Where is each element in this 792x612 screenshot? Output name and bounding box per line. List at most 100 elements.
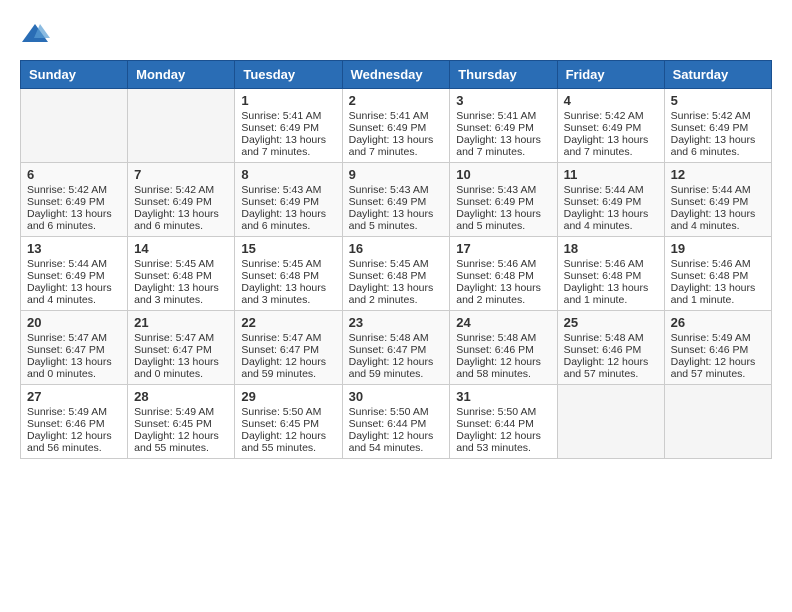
day-number: 24 — [456, 315, 550, 330]
calendar-cell: 5Sunrise: 5:42 AMSunset: 6:49 PMDaylight… — [664, 89, 771, 163]
day-info: Sunrise: 5:42 AM — [134, 184, 228, 196]
calendar-cell: 28Sunrise: 5:49 AMSunset: 6:45 PMDayligh… — [128, 385, 235, 459]
day-number: 25 — [564, 315, 658, 330]
day-info: Daylight: 12 hours and 59 minutes. — [241, 356, 335, 380]
day-info: Daylight: 13 hours and 7 minutes. — [241, 134, 335, 158]
day-info: Sunset: 6:47 PM — [134, 344, 228, 356]
day-info: Sunset: 6:48 PM — [564, 270, 658, 282]
day-info: Sunrise: 5:41 AM — [241, 110, 335, 122]
calendar-cell: 3Sunrise: 5:41 AMSunset: 6:49 PMDaylight… — [450, 89, 557, 163]
calendar-cell: 18Sunrise: 5:46 AMSunset: 6:48 PMDayligh… — [557, 237, 664, 311]
day-info: Sunrise: 5:43 AM — [241, 184, 335, 196]
calendar-cell: 20Sunrise: 5:47 AMSunset: 6:47 PMDayligh… — [21, 311, 128, 385]
day-info: Sunset: 6:44 PM — [349, 418, 444, 430]
day-number: 31 — [456, 389, 550, 404]
day-info: Daylight: 13 hours and 6 minutes. — [241, 208, 335, 232]
day-info: Sunrise: 5:45 AM — [349, 258, 444, 270]
day-info: Sunrise: 5:49 AM — [671, 332, 765, 344]
day-info: Sunrise: 5:47 AM — [134, 332, 228, 344]
day-info: Sunset: 6:49 PM — [27, 196, 121, 208]
day-info: Sunrise: 5:44 AM — [564, 184, 658, 196]
day-number: 9 — [349, 167, 444, 182]
day-info: Sunrise: 5:45 AM — [241, 258, 335, 270]
day-info: Daylight: 12 hours and 55 minutes. — [241, 430, 335, 454]
day-info: Sunset: 6:46 PM — [671, 344, 765, 356]
calendar-cell: 27Sunrise: 5:49 AMSunset: 6:46 PMDayligh… — [21, 385, 128, 459]
day-number: 28 — [134, 389, 228, 404]
calendar-cell: 30Sunrise: 5:50 AMSunset: 6:44 PMDayligh… — [342, 385, 450, 459]
day-info: Sunset: 6:49 PM — [27, 270, 121, 282]
day-info: Sunrise: 5:50 AM — [456, 406, 550, 418]
day-info: Sunrise: 5:41 AM — [349, 110, 444, 122]
day-number: 29 — [241, 389, 335, 404]
day-header-saturday: Saturday — [664, 61, 771, 89]
day-header-friday: Friday — [557, 61, 664, 89]
calendar-header-row: SundayMondayTuesdayWednesdayThursdayFrid… — [21, 61, 772, 89]
calendar-cell: 15Sunrise: 5:45 AMSunset: 6:48 PMDayligh… — [235, 237, 342, 311]
day-number: 30 — [349, 389, 444, 404]
day-info: Daylight: 13 hours and 3 minutes. — [241, 282, 335, 306]
calendar-cell — [21, 89, 128, 163]
calendar-cell: 26Sunrise: 5:49 AMSunset: 6:46 PMDayligh… — [664, 311, 771, 385]
day-info: Sunrise: 5:46 AM — [564, 258, 658, 270]
day-info: Sunset: 6:49 PM — [349, 122, 444, 134]
day-number: 20 — [27, 315, 121, 330]
day-info: Daylight: 12 hours and 56 minutes. — [27, 430, 121, 454]
day-info: Sunrise: 5:42 AM — [27, 184, 121, 196]
day-info: Daylight: 13 hours and 1 minute. — [671, 282, 765, 306]
day-info: Sunrise: 5:41 AM — [456, 110, 550, 122]
day-info: Sunrise: 5:42 AM — [671, 110, 765, 122]
day-info: Sunrise: 5:50 AM — [349, 406, 444, 418]
day-number: 18 — [564, 241, 658, 256]
day-info: Sunset: 6:48 PM — [456, 270, 550, 282]
day-number: 22 — [241, 315, 335, 330]
calendar-cell: 17Sunrise: 5:46 AMSunset: 6:48 PMDayligh… — [450, 237, 557, 311]
day-info: Sunset: 6:48 PM — [671, 270, 765, 282]
day-info: Sunset: 6:49 PM — [564, 196, 658, 208]
day-info: Daylight: 13 hours and 6 minutes. — [134, 208, 228, 232]
day-info: Sunset: 6:46 PM — [27, 418, 121, 430]
day-info: Sunrise: 5:43 AM — [456, 184, 550, 196]
calendar-cell: 11Sunrise: 5:44 AMSunset: 6:49 PMDayligh… — [557, 163, 664, 237]
day-info: Sunrise: 5:43 AM — [349, 184, 444, 196]
calendar-cell: 6Sunrise: 5:42 AMSunset: 6:49 PMDaylight… — [21, 163, 128, 237]
day-info: Sunset: 6:47 PM — [241, 344, 335, 356]
day-info: Sunset: 6:49 PM — [241, 122, 335, 134]
calendar-cell: 2Sunrise: 5:41 AMSunset: 6:49 PMDaylight… — [342, 89, 450, 163]
day-info: Daylight: 13 hours and 3 minutes. — [134, 282, 228, 306]
day-info: Daylight: 12 hours and 53 minutes. — [456, 430, 550, 454]
day-info: Daylight: 13 hours and 7 minutes. — [564, 134, 658, 158]
day-number: 10 — [456, 167, 550, 182]
calendar-cell: 22Sunrise: 5:47 AMSunset: 6:47 PMDayligh… — [235, 311, 342, 385]
calendar-cell — [557, 385, 664, 459]
day-header-tuesday: Tuesday — [235, 61, 342, 89]
calendar-table: SundayMondayTuesdayWednesdayThursdayFrid… — [20, 60, 772, 459]
day-info: Sunset: 6:44 PM — [456, 418, 550, 430]
day-number: 14 — [134, 241, 228, 256]
day-info: Daylight: 13 hours and 4 minutes. — [671, 208, 765, 232]
day-info: Daylight: 12 hours and 57 minutes. — [671, 356, 765, 380]
day-number: 27 — [27, 389, 121, 404]
calendar-cell: 29Sunrise: 5:50 AMSunset: 6:45 PMDayligh… — [235, 385, 342, 459]
day-info: Sunset: 6:49 PM — [564, 122, 658, 134]
day-info: Daylight: 13 hours and 2 minutes. — [349, 282, 444, 306]
day-info: Sunrise: 5:48 AM — [349, 332, 444, 344]
day-info: Daylight: 13 hours and 4 minutes. — [564, 208, 658, 232]
day-info: Sunset: 6:49 PM — [456, 122, 550, 134]
day-info: Daylight: 13 hours and 7 minutes. — [456, 134, 550, 158]
day-info: Sunset: 6:47 PM — [27, 344, 121, 356]
calendar-cell: 4Sunrise: 5:42 AMSunset: 6:49 PMDaylight… — [557, 89, 664, 163]
day-number: 5 — [671, 93, 765, 108]
day-number: 4 — [564, 93, 658, 108]
day-info: Daylight: 13 hours and 4 minutes. — [27, 282, 121, 306]
day-info: Sunset: 6:48 PM — [349, 270, 444, 282]
day-info: Sunset: 6:49 PM — [241, 196, 335, 208]
day-info: Sunrise: 5:44 AM — [27, 258, 121, 270]
calendar-week-5: 27Sunrise: 5:49 AMSunset: 6:46 PMDayligh… — [21, 385, 772, 459]
calendar-cell: 19Sunrise: 5:46 AMSunset: 6:48 PMDayligh… — [664, 237, 771, 311]
day-info: Daylight: 13 hours and 0 minutes. — [134, 356, 228, 380]
day-number: 2 — [349, 93, 444, 108]
calendar-week-2: 6Sunrise: 5:42 AMSunset: 6:49 PMDaylight… — [21, 163, 772, 237]
calendar-cell — [664, 385, 771, 459]
day-number: 21 — [134, 315, 228, 330]
